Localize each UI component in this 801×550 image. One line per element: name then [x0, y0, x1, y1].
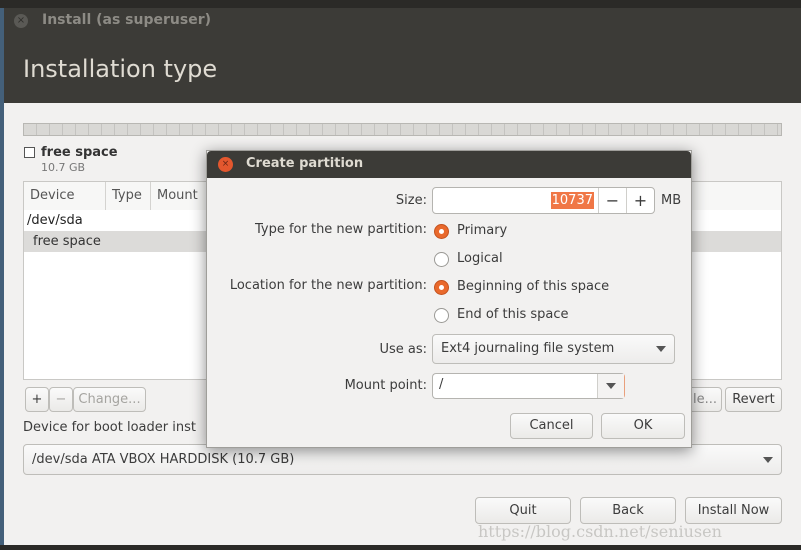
use-as-select[interactable]: Ext4 journaling file system [432, 334, 675, 364]
dialog-title: Create partition [246, 156, 364, 171]
install-now-button[interactable]: Install Now [685, 497, 782, 524]
legend-size: 10.7 GB [41, 161, 86, 174]
top-panel [0, 0, 801, 8]
bottom-panel [0, 545, 801, 550]
size-decrease-button[interactable]: − [598, 188, 626, 213]
size-unit: MB [661, 193, 682, 208]
radio-end[interactable] [434, 308, 449, 323]
radio-primary[interactable] [434, 224, 449, 239]
ok-button[interactable]: OK [601, 413, 685, 439]
size-spinbox[interactable]: 10737 − + [432, 187, 655, 214]
size-input[interactable]: 10737 [433, 188, 598, 213]
remove-partition-button[interactable]: − [49, 387, 73, 412]
close-icon[interactable]: × [218, 157, 233, 172]
change-partition-button[interactable]: Change... [73, 387, 146, 412]
size-label: Size: [395, 193, 427, 208]
legend-label: free space [41, 145, 118, 160]
radio-primary-label[interactable]: Primary [457, 223, 507, 238]
radio-beginning[interactable] [434, 280, 449, 295]
mount-point-label: Mount point: [344, 378, 427, 393]
radio-logical-label[interactable]: Logical [457, 251, 503, 266]
bootloader-label: Device for boot loader inst [23, 420, 196, 435]
type-label: Type for the new partition: [254, 222, 427, 237]
column-header-device[interactable]: Device [24, 182, 106, 210]
use-as-value: Ext4 journaling file system [441, 341, 615, 356]
add-partition-button[interactable]: + [25, 387, 49, 412]
radio-end-label[interactable]: End of this space [457, 307, 569, 322]
page-title: Installation type [23, 55, 218, 83]
bootloader-select[interactable]: /dev/sda ATA VBOX HARDDISK (10.7 GB) [23, 444, 782, 475]
column-header-type[interactable]: Type [106, 182, 151, 210]
size-value: 10737 [550, 192, 594, 209]
window-title: Install (as superuser) [42, 12, 211, 28]
mount-point-input[interactable]: / [439, 377, 443, 392]
location-label: Location for the new partition: [229, 278, 427, 293]
chevron-down-icon [763, 456, 773, 463]
chevron-down-icon [656, 346, 666, 352]
create-partition-dialog: × Create partition Size: 10737 − + MB Ty… [206, 150, 692, 448]
revert-button[interactable]: Revert [725, 387, 782, 412]
cancel-button[interactable]: Cancel [510, 413, 593, 439]
quit-button[interactable]: Quit [475, 497, 571, 524]
legend-swatch [24, 147, 35, 158]
use-as-label: Use as: [379, 342, 427, 357]
size-increase-button[interactable]: + [626, 188, 654, 213]
chevron-down-icon [606, 383, 616, 389]
radio-beginning-label[interactable]: Beginning of this space [457, 279, 609, 294]
watermark: https://blog.csdn.net/seniusen [478, 522, 722, 541]
back-button[interactable]: Back [580, 497, 676, 524]
bootloader-value: /dev/sda ATA VBOX HARDDISK (10.7 GB) [32, 452, 295, 467]
radio-logical[interactable] [434, 252, 449, 267]
mount-point-dropdown-button[interactable] [597, 374, 624, 398]
close-icon[interactable]: × [14, 14, 28, 28]
partition-bar [23, 123, 782, 136]
mount-point-combo[interactable]: / [432, 373, 625, 399]
